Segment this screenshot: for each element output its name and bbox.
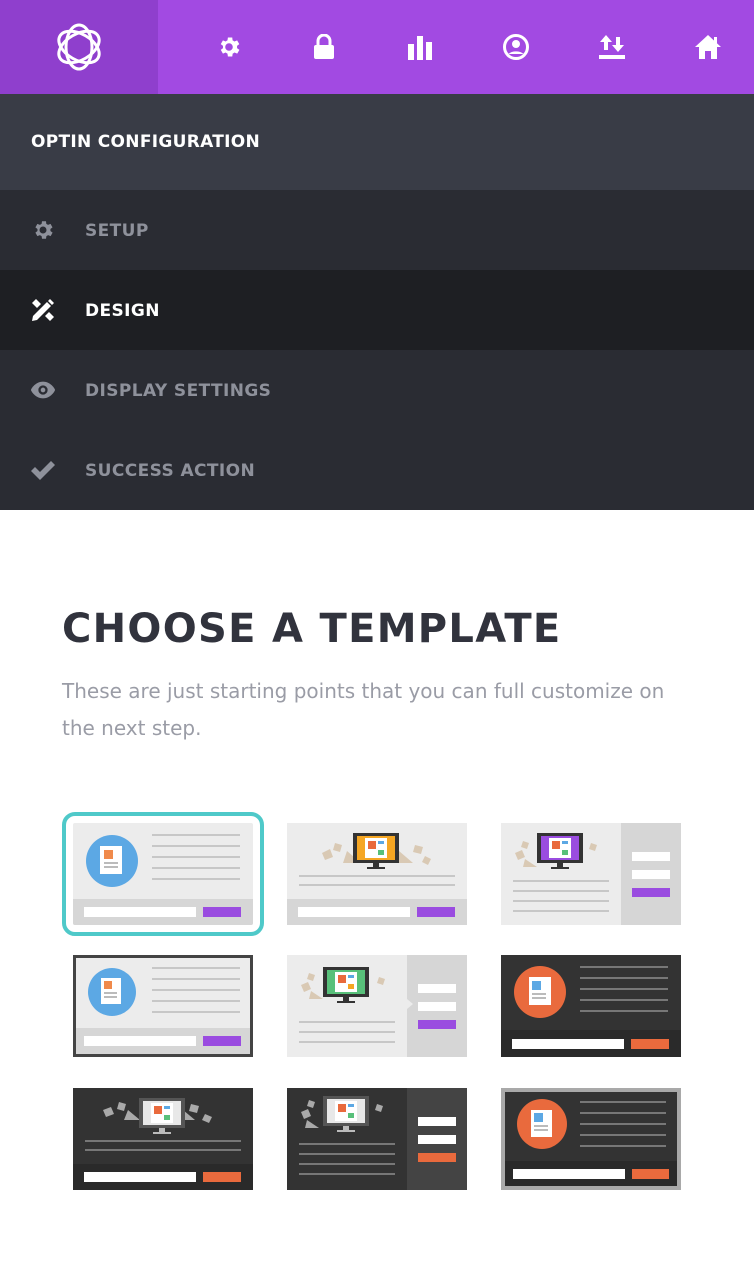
- home-icon: [695, 35, 721, 59]
- template-option-6[interactable]: [501, 955, 681, 1057]
- page-subtitle: These are just starting points that you …: [62, 679, 665, 740]
- optin-configuration-header: OPTIN CONFIGURATION: [0, 94, 754, 190]
- page-title: CHOOSE A TEMPLATE: [62, 606, 562, 652]
- menu-item-design[interactable]: DESIGN: [0, 270, 754, 350]
- bloom-logo-icon: [57, 23, 101, 71]
- template-option-4[interactable]: [73, 955, 253, 1057]
- menu-item-label: DISPLAY SETTINGS: [85, 381, 272, 401]
- lock-icon: [314, 34, 334, 59]
- template-option-1[interactable]: [62, 812, 264, 936]
- menu-item-success-action[interactable]: SUCCESS ACTION: [0, 430, 754, 510]
- top-bar: [0, 0, 754, 94]
- logo[interactable]: [0, 0, 158, 94]
- import-export-icon: [599, 35, 625, 59]
- profile-icon: [503, 34, 529, 60]
- home-nav-button[interactable]: [690, 29, 726, 65]
- checkmark-icon: [30, 457, 56, 483]
- configuration-menu: SETUP DESIGN DISPLAY SETTINGS SUCCESS AC…: [0, 190, 754, 510]
- template-option-8[interactable]: [287, 1088, 467, 1190]
- security-nav-button[interactable]: [306, 29, 342, 65]
- template-option-3[interactable]: [501, 823, 681, 925]
- menu-item-setup[interactable]: SETUP: [0, 190, 754, 270]
- section-title: OPTIN CONFIGURATION: [31, 132, 261, 152]
- template-option-7[interactable]: [73, 1088, 253, 1190]
- import-export-nav-button[interactable]: [594, 29, 630, 65]
- design-tools-icon: [30, 297, 56, 323]
- gear-icon: [30, 217, 56, 243]
- menu-item-label: DESIGN: [85, 301, 160, 321]
- eye-icon: [30, 377, 56, 403]
- settings-nav-button[interactable]: [211, 29, 247, 65]
- menu-item-display-settings[interactable]: DISPLAY SETTINGS: [0, 350, 754, 430]
- template-option-9[interactable]: [501, 1088, 681, 1190]
- stats-nav-button[interactable]: [402, 29, 438, 65]
- menu-item-label: SUCCESS ACTION: [85, 461, 256, 481]
- profile-nav-button[interactable]: [498, 29, 534, 65]
- template-option-5[interactable]: [287, 955, 467, 1057]
- menu-item-label: SETUP: [85, 221, 149, 241]
- stats-icon: [408, 36, 432, 60]
- gear-icon: [220, 37, 240, 57]
- template-option-2[interactable]: [287, 823, 467, 925]
